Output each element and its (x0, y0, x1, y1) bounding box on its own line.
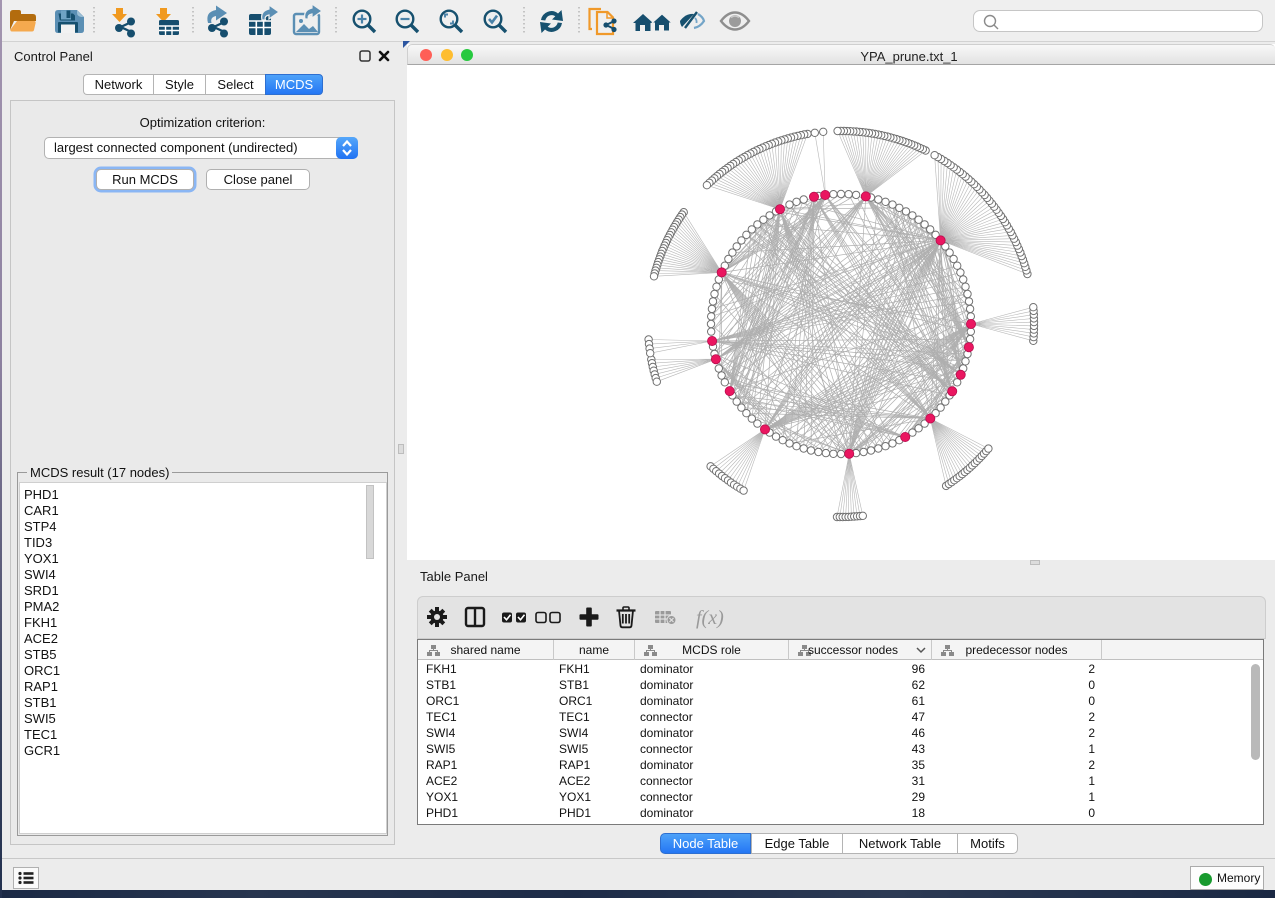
svg-text:f(x): f(x) (696, 607, 724, 629)
